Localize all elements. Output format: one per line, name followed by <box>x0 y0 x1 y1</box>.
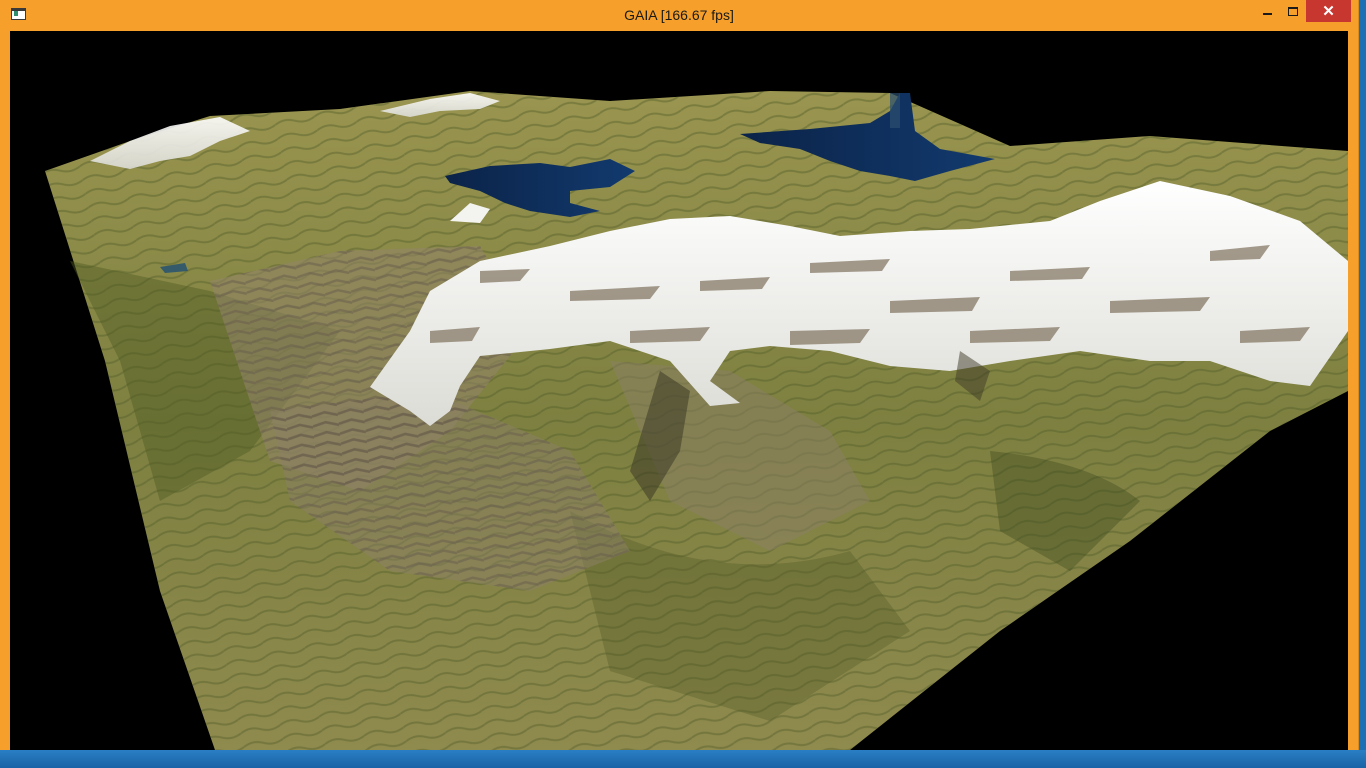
close-icon: ✕ <box>1322 2 1335 20</box>
render-viewport[interactable] <box>10 31 1348 750</box>
terrain-canvas <box>45 91 1348 750</box>
window-title: GAIA [166.67 fps] <box>624 7 734 23</box>
maximize-icon <box>1288 6 1298 16</box>
close-button[interactable]: ✕ <box>1306 0 1351 22</box>
application-window: GAIA [166.67 fps] ✕ <box>0 0 1358 752</box>
minimize-button[interactable] <box>1254 0 1280 22</box>
minimize-icon <box>1262 13 1272 15</box>
maximize-button[interactable] <box>1280 0 1306 22</box>
taskbar <box>0 750 1366 768</box>
application-window-icon[interactable] <box>11 8 26 20</box>
title-bar[interactable]: GAIA [166.67 fps] ✕ <box>0 0 1358 30</box>
